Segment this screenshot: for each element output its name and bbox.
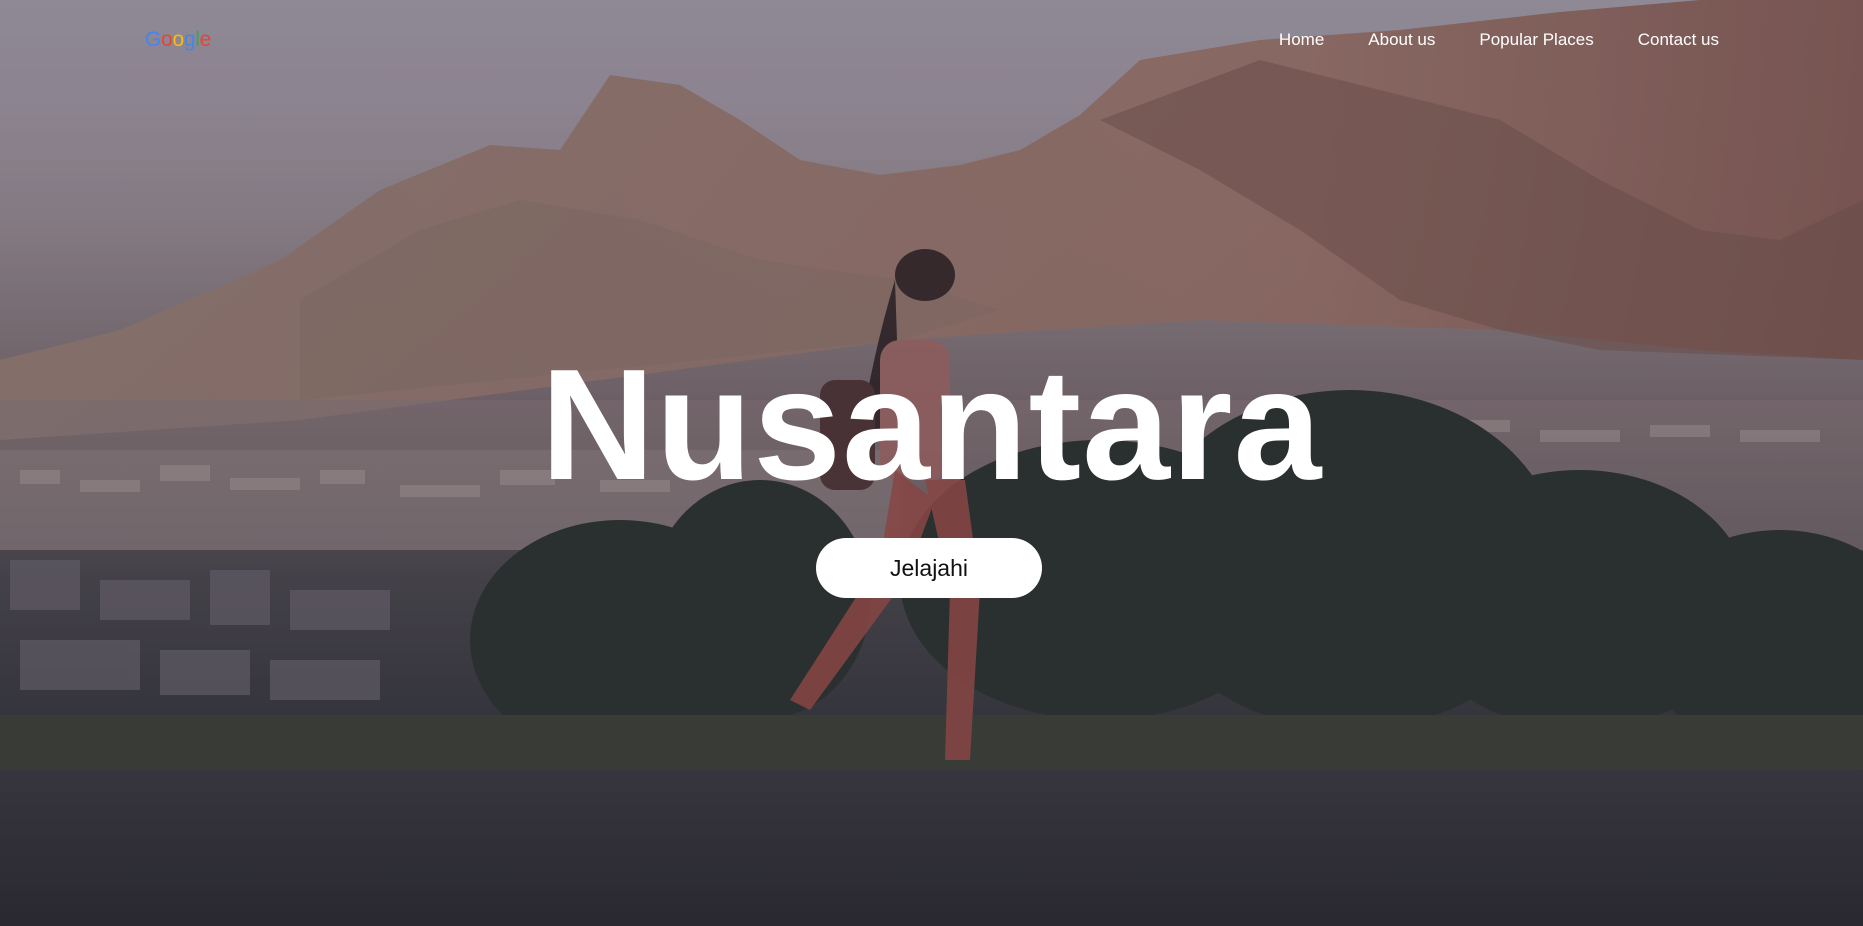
nav-links: Home About us Popular Places Contact us [1279, 30, 1719, 50]
logo-letter: g [183, 28, 196, 51]
top-navbar: G o o g l e Home About us Popular Places… [0, 0, 1863, 80]
nav-link-contact-us[interactable]: Contact us [1638, 30, 1719, 50]
logo-letter: e [199, 28, 212, 51]
logo-letter: o [161, 28, 173, 51]
nav-link-popular-places[interactable]: Popular Places [1479, 30, 1593, 50]
explore-button[interactable]: Jelajahi [816, 538, 1042, 598]
nav-link-home[interactable]: Home [1279, 30, 1324, 50]
hero-title: Nusantara [540, 337, 1323, 513]
google-logo[interactable]: G o o g l e [145, 28, 211, 52]
logo-letter: o [172, 28, 184, 51]
nav-link-about-us[interactable]: About us [1368, 30, 1435, 50]
logo-letter: G [145, 28, 162, 51]
hero-section: G o o g l e Home About us Popular Places… [0, 0, 1863, 926]
